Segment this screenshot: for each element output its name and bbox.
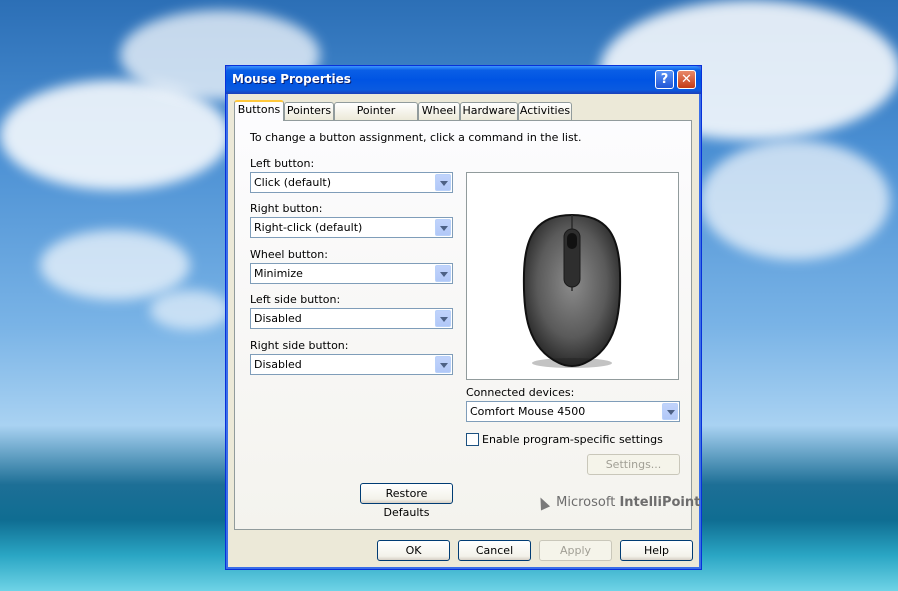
cloud [40, 230, 190, 300]
instruction-text: To change a button assignment, click a c… [250, 131, 582, 144]
brand-product: IntelliPoint [619, 495, 701, 510]
cloud [150, 290, 230, 330]
right-side-button-select[interactable]: Disabled [250, 354, 453, 375]
apply-button[interactable]: Apply [539, 540, 612, 561]
tab-buttons[interactable]: Buttons [234, 100, 284, 121]
mouse-image [522, 213, 622, 368]
tab-pointers[interactable]: Pointers [284, 102, 334, 120]
brand-maker: Microsoft [556, 495, 616, 510]
program-specific-label[interactable]: Enable program-specific settings [482, 433, 663, 446]
program-specific-checkbox[interactable] [466, 433, 479, 446]
cancel-button[interactable]: Cancel [458, 540, 531, 561]
left-side-button-label: Left side button: [250, 293, 341, 306]
tab-activities[interactable]: Activities [518, 102, 572, 120]
close-icon[interactable]: ✕ [677, 70, 696, 89]
mouse-preview [466, 172, 679, 380]
tab-wheel[interactable]: Wheel [418, 102, 460, 120]
tab-hardware[interactable]: Hardware [460, 102, 518, 120]
help-button[interactable]: Help [620, 540, 693, 561]
tab-pointer-options[interactable]: Pointer Options [334, 102, 418, 133]
title-bar[interactable]: Mouse Properties ? ✕ [226, 66, 701, 94]
left-side-button-select[interactable]: Disabled [250, 308, 453, 329]
mouse-properties-dialog: Mouse Properties ? ✕ Buttons Pointers Po… [225, 65, 702, 570]
left-button-value: Click (default) [254, 176, 331, 189]
right-side-button-value: Disabled [254, 358, 302, 371]
chevron-down-icon[interactable] [662, 403, 678, 420]
wheel-button-label: Wheel button: [250, 248, 328, 261]
chevron-down-icon[interactable] [435, 265, 451, 282]
wheel-button-select[interactable]: Minimize [250, 263, 453, 284]
right-button-label: Right button: [250, 202, 323, 215]
cloud [700, 140, 890, 260]
connected-devices-select[interactable]: Comfort Mouse 4500 [466, 401, 680, 422]
restore-defaults-button[interactable]: Restore Defaults [360, 483, 453, 519]
right-button-value: Right-click (default) [254, 221, 363, 234]
chevron-down-icon[interactable] [435, 356, 451, 373]
left-button-label: Left button: [250, 157, 315, 170]
connected-device-value: Comfort Mouse 4500 [470, 405, 586, 418]
chevron-down-icon[interactable] [435, 310, 451, 327]
right-side-button-label: Right side button: [250, 339, 349, 352]
connected-devices-label: Connected devices: [466, 386, 575, 399]
buttons-tab-panel: To change a button assignment, click a c… [234, 120, 700, 530]
ok-button[interactable]: OK [377, 540, 450, 561]
settings-button[interactable]: Settings... [587, 454, 680, 475]
chevron-down-icon[interactable] [435, 174, 451, 191]
intellipoint-logo: Microsoft IntelliPoint [535, 494, 701, 511]
right-button-select[interactable]: Right-click (default) [250, 217, 453, 238]
window-title: Mouse Properties [232, 72, 351, 86]
chevron-down-icon[interactable] [435, 219, 451, 236]
left-button-select[interactable]: Click (default) [250, 172, 453, 193]
help-icon[interactable]: ? [655, 70, 674, 89]
cursor-icon [535, 494, 551, 511]
left-side-button-value: Disabled [254, 312, 302, 325]
wheel-button-value: Minimize [254, 267, 303, 280]
